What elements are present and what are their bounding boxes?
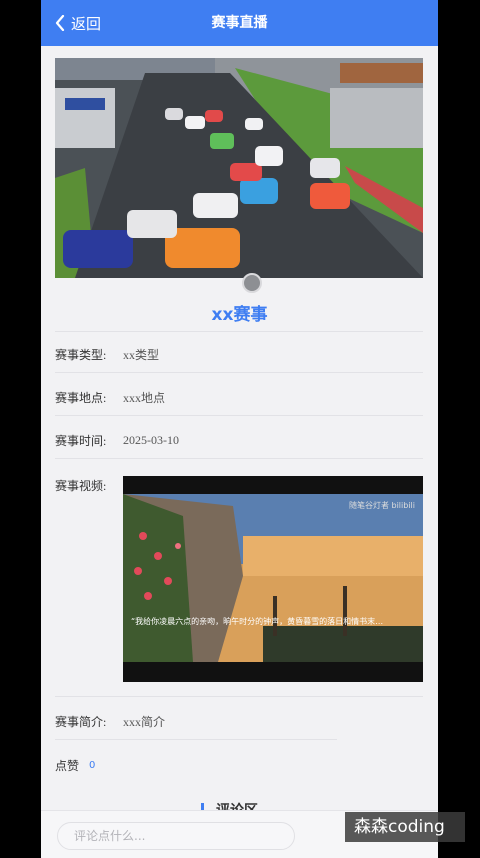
- phone-screen: 返回 赛事直播 xx赛事 赛事类型: xx类型 赛事地点: xxx地点 赛事时间…: [41, 0, 438, 858]
- event-type-value: xx类型: [123, 348, 160, 362]
- likes-row[interactable]: 点赞 0: [55, 757, 423, 774]
- event-intro-row: 赛事简介: xxx简介: [55, 713, 423, 730]
- event-location-row: 赛事地点: xxx地点: [55, 389, 423, 406]
- top-nav-bar: 返回 赛事直播: [41, 0, 438, 46]
- divider: [55, 739, 337, 740]
- race-track-image: [55, 58, 423, 278]
- divider: [55, 415, 423, 416]
- event-type-label: 赛事类型:: [55, 348, 107, 362]
- comment-input[interactable]: [57, 822, 295, 850]
- event-name: xx赛事: [211, 305, 268, 325]
- event-time-label: 赛事时间:: [55, 434, 107, 448]
- event-banner-image: [55, 58, 423, 278]
- event-location-label: 赛事地点:: [55, 391, 107, 405]
- event-type-row: 赛事类型: xx类型: [55, 346, 423, 363]
- event-intro-value: xxx简介: [123, 715, 166, 729]
- event-intro-label: 赛事简介:: [55, 715, 107, 729]
- video-watermark: 随笔谷灯者 bilibili: [348, 501, 415, 510]
- divider: [55, 331, 423, 332]
- likes-count: 0: [89, 760, 96, 771]
- carousel-indicator-dot[interactable]: [242, 273, 262, 293]
- event-video-player[interactable]: 随笔谷灯者 bilibili “我给你凌晨六点的亲吻，晌午时分的钟声，黄昏暮雪的…: [123, 476, 423, 682]
- divider: [55, 696, 423, 697]
- video-creator-watermark: 森森coding: [345, 812, 465, 842]
- divider: [55, 458, 423, 459]
- event-time-value: 2025-03-10: [123, 433, 179, 447]
- likes-label[interactable]: 点赞: [55, 757, 79, 774]
- event-location-value: xxx地点: [123, 391, 166, 405]
- divider: [55, 372, 423, 373]
- event-video-label: 赛事视频:: [55, 479, 107, 493]
- event-time-row: 赛事时间: 2025-03-10: [55, 432, 423, 449]
- page-title: 赛事直播: [211, 15, 268, 31]
- video-subtitle: “我给你凌晨六点的亲吻，晌午时分的钟声，黄昏暮雪的落日和情书末…: [131, 617, 384, 626]
